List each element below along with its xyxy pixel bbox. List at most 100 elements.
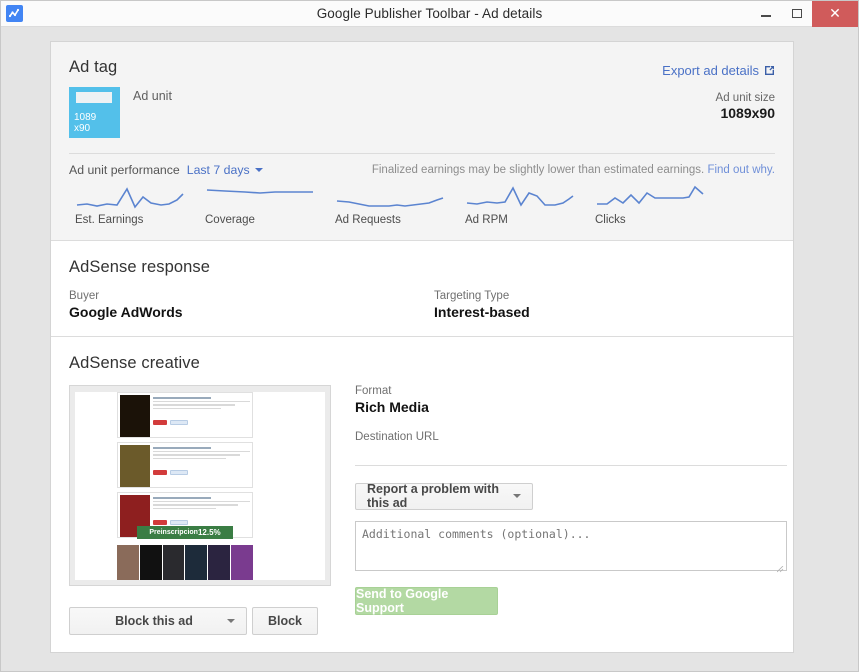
preview-button [170,520,188,525]
block-this-ad-label: Block this ad [115,614,193,628]
preview-line [153,500,250,502]
sparkline-label: Ad Requests [335,214,401,226]
sparkline-label: Ad RPM [465,214,508,226]
maximize-button[interactable] [781,1,812,27]
preview-button [153,520,167,525]
sparkline-clicks[interactable]: Clicks [595,183,725,226]
preview-line [153,504,239,506]
list-item [117,392,253,438]
sparkline-est-earnings[interactable]: Est. Earnings [75,183,205,226]
ad-unit-thumbnail: 1089 x90 [69,87,120,138]
preview-text-lines [150,445,250,485]
preview-button [153,420,167,425]
preview-poster [208,545,231,580]
preview-button [170,470,188,475]
destination-url-label: Destination URL [355,431,439,443]
sparkline-label: Est. Earnings [75,214,144,226]
find-out-why-link[interactable]: Find out why. [707,164,775,176]
preview-button [153,470,167,475]
preview-poster [185,545,208,580]
chevron-down-icon [227,619,235,623]
preview-promo-percent: 12.5% [197,528,221,537]
sparkline-ad-rpm[interactable]: Ad RPM [465,183,595,226]
ad-unit-label: Ad unit [133,89,172,103]
preview-poster [139,545,162,580]
sparkline-coverage[interactable]: Coverage [205,183,335,226]
format-field: Format Rich Media [355,385,787,415]
preview-line [153,400,250,402]
app-window: Google Publisher Toolbar - Ad details ✕ … [0,0,859,672]
block-this-ad-dropdown[interactable]: Block this ad [69,607,247,635]
preview-line [153,457,226,459]
preview-promo-banner: Preinscripcion 12.5% [137,526,233,539]
sparkline-ad-requests[interactable]: Ad Requests [335,183,465,226]
window-body: Ad tag Export ad details Ad unit size 10… [1,27,858,671]
preview-line [153,454,241,456]
window-title: Google Publisher Toolbar - Ad details [316,6,543,21]
adsense-creative-heading: AdSense creative [69,354,200,372]
creative-details: Format Rich Media Destination URL Report… [355,385,787,615]
adsense-response-section: AdSense response Buyer Google AdWords Ta… [51,241,793,337]
destination-url-field: Destination URL [355,431,787,443]
sparkline-row: Est. Earnings Coverage Ad Requests Ad RP… [69,177,775,240]
block-controls: Block this ad Block [69,607,318,635]
preview-line [153,447,212,449]
adsense-creative-section: AdSense creative Preinscripcion 12.5% Fo… [51,337,793,652]
analytics-icon [6,5,23,22]
chevron-down-icon [254,168,263,172]
buyer-field: Buyer Google AdWords [69,290,434,320]
format-label: Format [355,385,392,397]
ad-unit-thumbnail-size-line2: x90 [74,123,91,134]
preview-line [153,450,250,452]
chevron-down-icon [513,494,521,498]
format-value: Rich Media [355,399,429,415]
ad-unit-thumbnail-size-line1: 1089 [74,112,97,123]
preview-promo-text: Preinscripcion [149,529,198,536]
performance-header: Ad unit performance Last 7 days Finalize… [69,154,775,177]
sparkline-chart [597,185,704,205]
preview-poster [120,445,150,487]
targeting-type-value: Interest-based [434,304,530,320]
ad-unit-size-label: Ad unit size [715,92,775,104]
preview-poster [120,395,150,437]
report-problem-dropdown[interactable]: Report a problem with this ad [355,482,533,510]
sparkline-label: Clicks [595,214,626,226]
preview-poster [231,545,253,580]
additional-comments-input[interactable] [355,520,787,571]
block-button-label: Block [267,614,303,628]
close-button[interactable]: ✕ [812,0,858,27]
preview-line [153,407,221,409]
details-card: Ad tag Export ad details Ad unit size 10… [50,41,794,653]
creative-preview-image: Preinscripcion 12.5% [75,392,325,580]
buyer-label: Buyer [69,290,100,302]
send-to-google-support-label: Send to Google Support [356,586,449,615]
sparkline-chart [206,189,313,194]
adsense-response-fields: Buyer Google AdWords Targeting Type Inte… [69,290,775,320]
ad-unit-thumbnail-size: 1089 x90 [74,112,96,134]
preview-button [170,420,188,425]
performance-note: Finalized earnings may be slightly lower… [372,164,775,176]
report-problem-label: Report a problem with this ad [367,482,499,510]
ad-tag-section: Ad tag Export ad details Ad unit size 10… [51,42,793,241]
preview-line [153,397,212,399]
preview-poster [117,545,139,580]
preview-line [153,404,236,406]
preview-line [153,507,217,509]
send-to-google-support-button[interactable]: Send to Google Support [355,586,498,615]
minimize-button[interactable] [750,1,781,27]
creative-row: Preinscripcion 12.5% Format Rich Media D… [69,385,787,615]
creative-preview[interactable]: Preinscripcion 12.5% [69,385,331,586]
ad-unit-size-block: Ad unit size 1089x90 [716,92,775,121]
external-link-icon [764,65,775,76]
preview-line [153,497,212,499]
sparkline-label: Coverage [205,214,255,226]
ad-unit-size-value: 1089x90 [720,105,775,121]
date-range-dropdown[interactable]: Last 7 days [187,163,263,177]
sparkline-chart [336,197,444,207]
creative-divider [355,465,787,466]
targeting-type-field: Targeting Type Interest-based [434,290,530,320]
preview-listing-column [117,392,253,542]
preview-poster [162,545,185,580]
export-ad-details-link[interactable]: Export ad details [662,63,775,78]
block-button[interactable]: Block [252,607,318,635]
